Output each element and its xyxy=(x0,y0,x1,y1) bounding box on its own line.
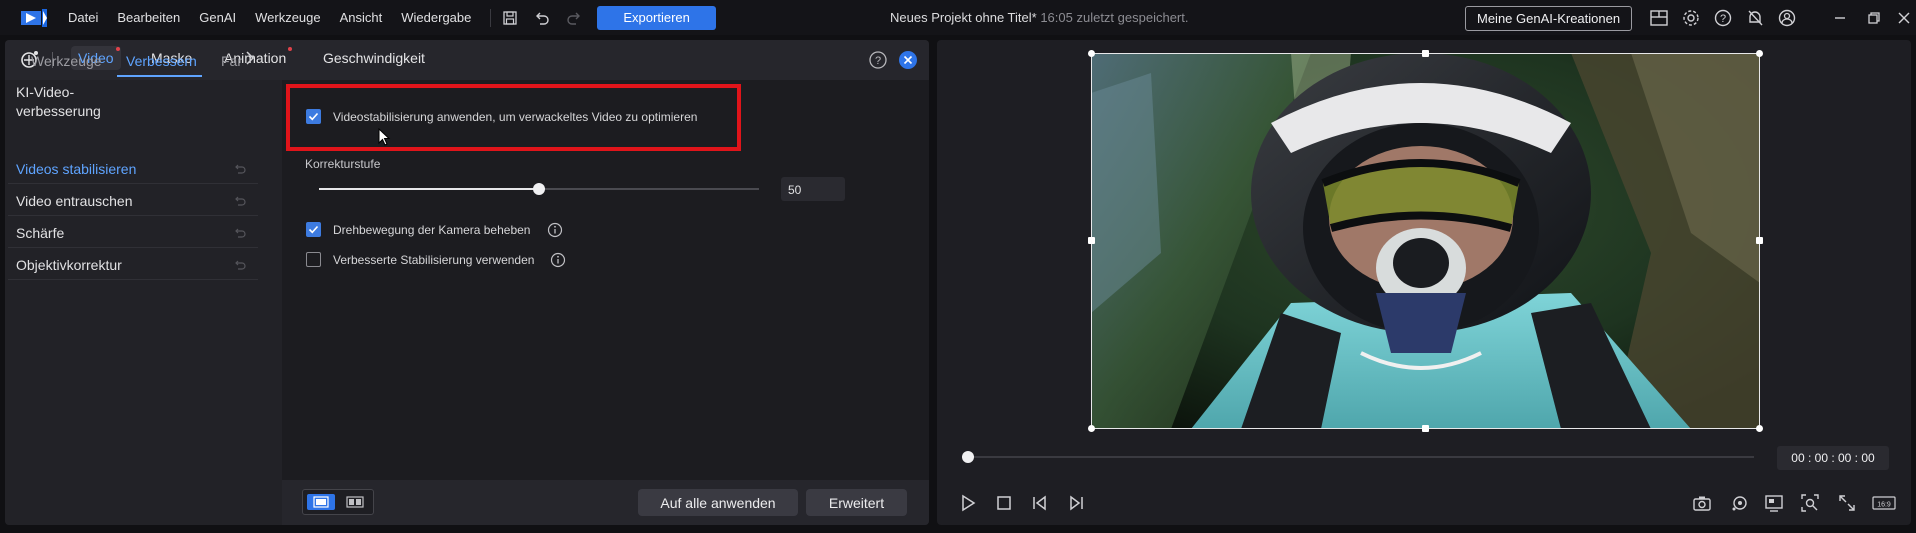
checkmark-icon xyxy=(308,112,319,121)
project-name: Neues Projekt ohne Titel* xyxy=(890,10,1037,25)
genai-creations-button[interactable]: Meine GenAI-Kreationen xyxy=(1465,6,1633,31)
menu-datei[interactable]: Datei xyxy=(68,10,98,25)
split-view-button[interactable] xyxy=(341,494,369,510)
zoom-icon[interactable] xyxy=(1800,493,1820,513)
redo-icon[interactable] xyxy=(565,9,583,27)
subtab-werkzeuge[interactable]: Werkzeuge xyxy=(31,53,102,69)
toolbar-divider xyxy=(490,8,492,27)
reset-icon[interactable] xyxy=(233,194,247,208)
sidebar-item-label: Video entrauschen xyxy=(16,193,133,209)
minimize-icon[interactable] xyxy=(1830,8,1850,28)
info-icon[interactable] xyxy=(547,222,563,238)
menu-bearbeiten[interactable]: Bearbeiten xyxy=(117,10,180,25)
stabilize-label: Videostabilisierung anwenden, um verwack… xyxy=(333,110,698,124)
sidebar-item-objektivkorrektur[interactable]: Objektivkorrektur xyxy=(8,250,258,280)
svg-text:?: ? xyxy=(1720,13,1726,25)
layout-icon[interactable] xyxy=(1649,8,1669,28)
app-logo-icon xyxy=(21,8,47,27)
rotation-checkbox[interactable] xyxy=(306,222,321,237)
playback-timeline[interactable] xyxy=(968,456,1754,458)
panel-close-icon[interactable] xyxy=(898,50,918,70)
subtab-farbe[interactable]: Far xyxy=(221,53,243,69)
play-icon[interactable] xyxy=(958,493,978,513)
menu-genai[interactable]: GenAI xyxy=(199,10,236,25)
resize-handle-right[interactable] xyxy=(1756,237,1763,244)
single-view-button[interactable] xyxy=(307,494,335,510)
resize-handle-top-left[interactable] xyxy=(1088,50,1095,57)
subtab-active-indicator xyxy=(117,75,202,77)
chevron-right-icon[interactable] xyxy=(243,49,257,67)
sidebar-item-videos-stabilisieren[interactable]: Videos stabilisieren xyxy=(8,154,258,184)
slider-label: Korrekturstufe xyxy=(305,157,381,171)
resize-handle-top-right[interactable] xyxy=(1756,50,1763,57)
window-close-icon[interactable] xyxy=(1894,8,1914,28)
undo-icon[interactable] xyxy=(533,9,551,27)
enhanced-stabilization-checkbox[interactable] xyxy=(306,252,321,267)
sidebar-item-label: Objektivkorrektur xyxy=(16,257,122,273)
single-view-icon xyxy=(313,496,329,508)
tab-animation-badge xyxy=(288,47,292,51)
enhance-sidebar xyxy=(5,80,282,525)
apply-all-button[interactable]: Auf alle anwenden xyxy=(638,489,798,516)
checkmark-icon xyxy=(308,225,319,234)
reset-icon[interactable] xyxy=(233,258,247,272)
stop-icon[interactable] xyxy=(994,493,1014,513)
correction-value-input[interactable]: 50 xyxy=(781,177,845,201)
aspect-ratio-label: 16:9 xyxy=(1877,502,1891,509)
mouse-cursor-icon xyxy=(378,128,391,146)
subtab-verbessern[interactable]: Verbessern xyxy=(126,53,197,69)
resize-handle-bottom-left[interactable] xyxy=(1088,425,1095,432)
info-icon[interactable] xyxy=(550,252,566,268)
previous-frame-icon[interactable] xyxy=(1030,493,1050,513)
preview-quality-icon[interactable] xyxy=(1730,493,1750,513)
menu-ansicht[interactable]: Ansicht xyxy=(340,10,383,25)
help-icon[interactable]: ? xyxy=(1713,8,1733,28)
gear-icon[interactable] xyxy=(1681,8,1701,28)
project-title: Neues Projekt ohne Titel* 16:05 zuletzt … xyxy=(890,10,1188,25)
resize-handle-bottom-right[interactable] xyxy=(1756,425,1763,432)
menu-werkzeuge[interactable]: Werkzeuge xyxy=(255,10,321,25)
enhanced-stabilization-label: Verbesserte Stabilisierung verwenden xyxy=(333,253,535,267)
title-icons: ? xyxy=(1649,8,1809,28)
snapshot-icon[interactable] xyxy=(1692,493,1712,513)
sidebar-item-label: Videos stabilisieren xyxy=(16,161,137,177)
tab-video-badge xyxy=(116,47,120,51)
display-settings-icon[interactable] xyxy=(1764,493,1784,513)
correction-slider-fill xyxy=(319,188,539,190)
timecode-display: 00 : 00 : 00 : 00 xyxy=(1777,446,1889,470)
panel-help-icon[interactable]: ? xyxy=(868,50,888,70)
save-icon[interactable] xyxy=(501,9,519,27)
video-preview[interactable] xyxy=(1091,53,1760,429)
stabilize-checkbox[interactable] xyxy=(306,109,321,124)
advanced-button[interactable]: Erweitert xyxy=(806,489,907,516)
sidebar-item-schaerfe[interactable]: Schärfe xyxy=(8,218,258,248)
notification-icon[interactable] xyxy=(1745,8,1765,28)
view-mode-toggle xyxy=(302,489,374,515)
reset-icon[interactable] xyxy=(233,162,247,176)
aspect-ratio-icon[interactable]: 16:9 xyxy=(1872,493,1896,513)
sidebar-group-ki-video: KI-Video-verbesserung xyxy=(16,84,101,119)
export-button[interactable]: Exportieren xyxy=(597,5,716,30)
user-icon[interactable] xyxy=(1777,8,1797,28)
resize-handle-bottom[interactable] xyxy=(1422,425,1429,432)
split-view-icon xyxy=(346,496,364,508)
playhead[interactable] xyxy=(962,451,974,463)
video-frame-image xyxy=(1091,53,1760,429)
tab-geschwindigkeit[interactable]: Geschwindigkeit xyxy=(323,50,425,66)
svg-text:?: ? xyxy=(875,55,881,67)
rotation-label: Drehbewegung der Kamera beheben xyxy=(333,223,531,237)
reset-icon[interactable] xyxy=(233,226,247,240)
sidebar-item-label: Schärfe xyxy=(16,225,65,241)
sidebar-item-video-entrauschen[interactable]: Video entrauschen xyxy=(8,186,258,216)
resize-handle-left[interactable] xyxy=(1088,237,1095,244)
resize-handle-top[interactable] xyxy=(1422,50,1429,57)
menu-wiedergabe[interactable]: Wiedergabe xyxy=(401,10,471,25)
fullscreen-icon[interactable] xyxy=(1837,493,1857,513)
next-frame-icon[interactable] xyxy=(1066,493,1086,513)
restore-icon[interactable] xyxy=(1864,8,1884,28)
save-status: 16:05 zuletzt gespeichert. xyxy=(1040,10,1189,25)
correction-slider-thumb[interactable] xyxy=(533,183,545,195)
